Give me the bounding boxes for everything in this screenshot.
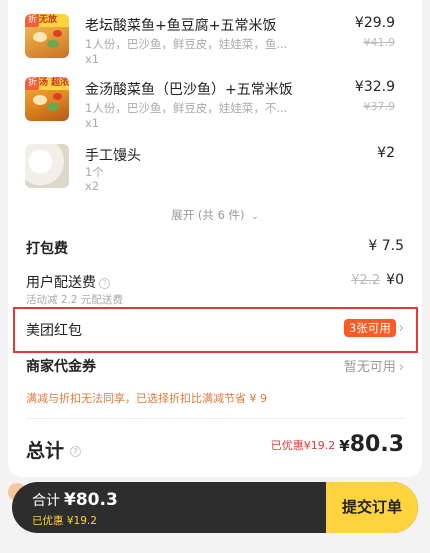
delivery-fee-row: 用户配送费? ¥2.2 ¥0	[26, 272, 404, 294]
packing-fee-label: 打包费	[26, 241, 68, 257]
total-amount: 已优惠¥19.2 ¥80.3	[271, 432, 404, 457]
thumbnail-banner: 汤 超浓	[39, 77, 69, 90]
divider	[26, 418, 404, 419]
sum-label: 合计	[32, 493, 60, 509]
total-discount: 已优惠¥19.2	[270, 438, 336, 452]
order-item: 手工馒头 1个 x2 ¥2	[8, 140, 422, 200]
total-value: 80.3	[349, 432, 404, 457]
voucher-label: 商家代金券	[26, 359, 96, 375]
item-quantity: x1	[85, 116, 100, 130]
item-description: 1个	[85, 165, 104, 179]
item-name: 手工馒头	[85, 148, 141, 164]
item-price: ¥29.9	[354, 15, 395, 31]
item-price: ¥32.9	[354, 79, 395, 95]
delivery-discount-note: 活动减 2.2 元配送费	[26, 294, 123, 306]
item-name: 老坛酸菜鱼+鱼豆腐+五常米饭	[85, 18, 277, 34]
help-icon[interactable]: ?	[99, 277, 110, 289]
currency-symbol: ¥	[339, 437, 350, 455]
order-item: 折 汤 超浓 金汤酸菜鱼（巴沙鱼）+五常米饭 1人份，巴沙鱼，鲜豆皮，娃娃菜，不…	[8, 70, 422, 140]
dish-thumbnail: 折 汤 超浓	[25, 77, 69, 121]
discount-note: 满减与折扣无法同享，已选择折扣比满减节省 ¥ 9	[26, 392, 267, 405]
item-description: 1人份，巴沙鱼，鲜豆皮，娃娃菜，不...	[85, 101, 288, 115]
checkout-bar: 合计 ¥80.3 已优惠 ¥19.2 提交订单	[12, 482, 418, 533]
chevron-right-icon: ›	[398, 360, 404, 375]
delivery-original-fee: ¥2.2	[351, 273, 381, 288]
order-item: 折 无放 老坛酸菜鱼+鱼豆腐+五常米饭 1人份，巴沙鱼，鲜豆皮，娃娃菜，鱼...…	[8, 0, 422, 70]
help-icon[interactable]: ?	[70, 446, 82, 457]
highlight-box	[13, 307, 418, 353]
saved-amount: 已优惠 ¥19.2	[32, 515, 97, 527]
dish-thumbnail	[25, 144, 69, 188]
dish-thumbnail: 折 无放	[25, 14, 69, 58]
discount-tag: 折	[25, 77, 41, 90]
expand-items-link[interactable]: 展开 (共 6 件) ⌄	[8, 207, 422, 223]
voucher-row[interactable]: 商家代金券 暂无可用 ›	[26, 356, 404, 378]
total-label: 总计	[26, 440, 65, 462]
order-summary-card: 折 无放 老坛酸菜鱼+鱼豆腐+五常米饭 1人份，巴沙鱼，鲜豆皮，娃娃菜，鱼...…	[8, 0, 422, 477]
delivery-fee-value: ¥0	[386, 272, 404, 288]
item-name: 金汤酸菜鱼（巴沙鱼）+五常米饭	[85, 82, 293, 98]
voucher-value: 暂无可用	[343, 360, 396, 375]
item-quantity: x1	[85, 52, 100, 66]
packing-fee-row: 打包费 ¥ 7.5	[26, 238, 404, 260]
item-original-price: ¥41.9	[363, 36, 396, 49]
packing-fee-value: ¥ 7.5	[368, 238, 404, 254]
thumbnail-banner: 无放	[39, 14, 69, 27]
item-quantity: x2	[85, 179, 100, 193]
chevron-down-icon: ⌄	[251, 212, 259, 222]
expand-label: 展开 (共 6 件)	[171, 208, 245, 222]
submit-order-button[interactable]: 提交订单	[326, 482, 418, 533]
item-price: ¥2	[377, 145, 395, 161]
item-original-price: ¥37.9	[363, 100, 396, 113]
delivery-fee-label: 用户配送费	[26, 275, 96, 291]
discount-tag: 折	[25, 14, 41, 27]
sum-value: ¥80.3	[64, 490, 118, 510]
item-description: 1人份，巴沙鱼，鲜豆皮，娃娃菜，鱼...	[85, 37, 288, 51]
